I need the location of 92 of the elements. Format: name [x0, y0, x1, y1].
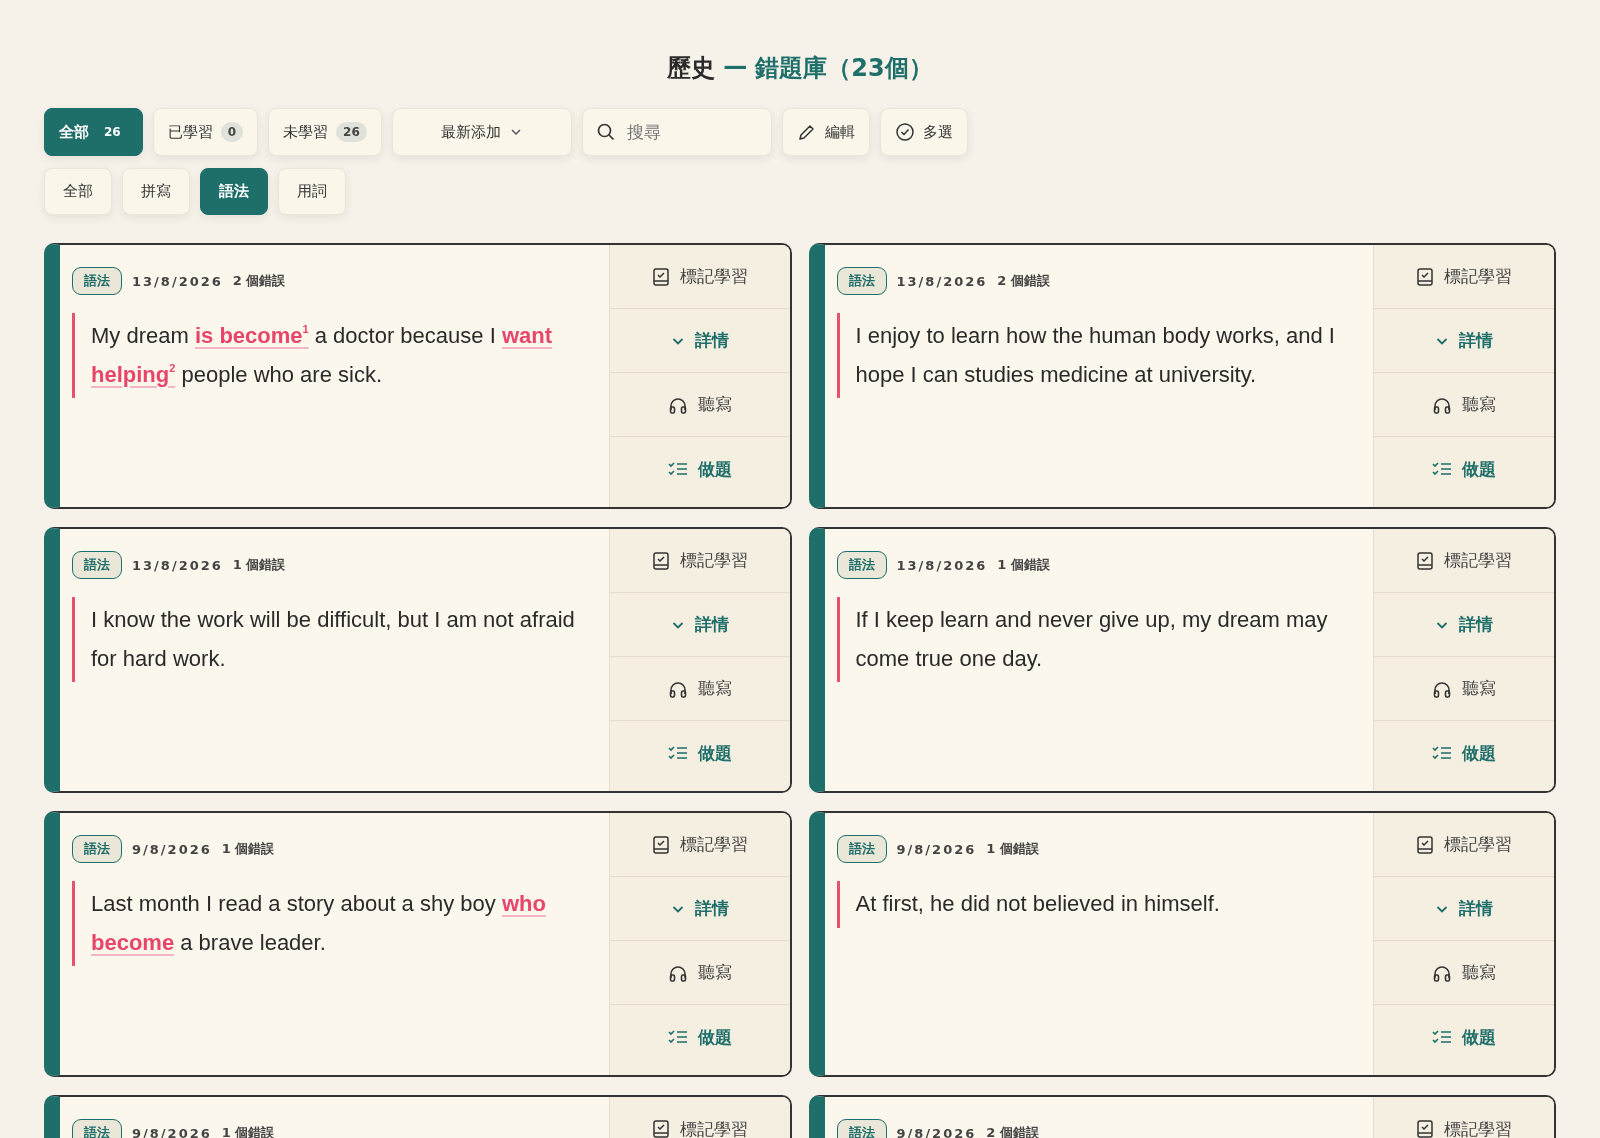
- sentence-text: If I keep learn and never give up, my dream may come true one day.: [836, 597, 1361, 682]
- category-tag: 語法: [72, 267, 122, 295]
- checklist-icon: [1432, 461, 1452, 477]
- action-button[interactable]: 詳情: [609, 309, 790, 373]
- date-text: 9/8/2026: [132, 1125, 212, 1138]
- category-tag: 語法: [836, 835, 887, 863]
- headphones-icon: [1432, 679, 1452, 698]
- status-tab[interactable]: 未學習 26: [268, 108, 382, 156]
- action-button[interactable]: 詳情: [609, 877, 790, 941]
- checklist-book-icon: [1416, 834, 1434, 855]
- category-tag: 語法: [836, 551, 887, 579]
- category-tab[interactable]: 用詞: [278, 168, 346, 215]
- headphones-icon: [667, 963, 688, 982]
- subject-title: 歷史: [667, 53, 716, 84]
- action-button[interactable]: 做題: [609, 721, 790, 785]
- checklist-icon: [667, 461, 688, 477]
- checklist-book-icon: [651, 550, 670, 571]
- date-text: 9/8/2026: [896, 841, 977, 857]
- sentence-text: My dream is become$^{1}$ a doctor because I want helping$^{2}$ people who are sick.: [72, 313, 597, 398]
- action-button[interactable]: 做題: [1374, 721, 1554, 785]
- category-tab[interactable]: 全部: [44, 168, 112, 215]
- action-button[interactable]: 詳情: [1374, 309, 1554, 373]
- page-title: 錯題庫（23個）: [755, 53, 933, 84]
- action-button[interactable]: 標記學習: [609, 245, 790, 309]
- action-button[interactable]: 做題: [1374, 437, 1554, 501]
- search-field[interactable]: 搜尋: [581, 108, 772, 156]
- item-count: 26: [336, 122, 367, 142]
- checklist-book-icon: [651, 834, 670, 855]
- error-count: 1 個錯誤: [232, 556, 286, 574]
- category-tag: 語法: [72, 551, 122, 579]
- action-button[interactable]: 標記學習: [1374, 1097, 1554, 1138]
- action-button[interactable]: 聽寫: [609, 373, 790, 437]
- status-tab[interactable]: 全部 26: [44, 108, 143, 156]
- error-count: 1 個錯誤: [997, 556, 1050, 574]
- action-button[interactable]: 標記學習: [609, 813, 790, 877]
- headphones-icon: [1432, 963, 1452, 982]
- action-button[interactable]: 詳情: [1374, 593, 1554, 657]
- title-separator: —: [723, 52, 748, 82]
- checklist-icon: [667, 745, 688, 761]
- multi-select-button[interactable]: 多選: [879, 108, 968, 156]
- headphones-icon: [1432, 395, 1452, 414]
- error-count: 1 個錯誤: [986, 840, 1039, 858]
- category-tag: 語法: [72, 835, 122, 863]
- action-button[interactable]: 聽寫: [609, 941, 790, 1005]
- error-count: 2 個錯誤: [997, 272, 1050, 290]
- status-tab[interactable]: 已學習 0: [152, 108, 259, 156]
- date-text: 13/8/2026: [896, 557, 988, 573]
- action-button[interactable]: 聽寫: [1374, 657, 1554, 721]
- error-count: 2 個錯誤: [232, 272, 286, 290]
- checklist-book-icon: [1416, 1119, 1434, 1138]
- action-button[interactable]: 聽寫: [609, 657, 790, 721]
- checklist-book-icon: [1416, 266, 1434, 287]
- action-button[interactable]: 做題: [609, 437, 790, 501]
- action-button[interactable]: 標記學習: [1374, 813, 1554, 877]
- checklist-icon: [1432, 745, 1452, 761]
- edit-button[interactable]: 編輯: [781, 108, 870, 156]
- action-button[interactable]: 聽寫: [1374, 373, 1554, 437]
- headphones-icon: [667, 679, 688, 698]
- checklist-icon: [667, 1029, 688, 1045]
- action-button[interactable]: 詳情: [1374, 877, 1554, 941]
- date-text: 9/8/2026: [896, 1125, 977, 1138]
- sentence-text: At first, he did not believed in himself.: [836, 881, 1361, 928]
- checklist-icon: [1432, 1029, 1452, 1045]
- category-tag: 語法: [836, 267, 887, 295]
- action-button[interactable]: 詳情: [609, 593, 790, 657]
- date-text: 9/8/2026: [132, 841, 212, 857]
- item-count: 0: [220, 122, 244, 142]
- checklist-book-icon: [651, 1119, 670, 1138]
- action-button[interactable]: 做題: [1374, 1005, 1554, 1069]
- date-text: 13/8/2026: [132, 557, 223, 573]
- action-button[interactable]: 標記學習: [609, 529, 790, 593]
- headphones-icon: [667, 395, 688, 414]
- sentence-text: I know the work will be difficult, but I am not afraid for hard work.: [72, 597, 597, 682]
- sentence-text: I enjoy to learn how the human body works, and I hope I can studies medicine at university.: [836, 313, 1361, 398]
- action-button[interactable]: 標記學習: [609, 1097, 790, 1138]
- action-button[interactable]: 標記學習: [1374, 245, 1554, 309]
- sentence-text: Last month I read a story about a shy boy who become a brave leader.: [72, 881, 597, 966]
- item-count: 26: [103, 124, 122, 141]
- search-icon: [595, 122, 616, 142]
- check-circle-icon: [894, 122, 915, 142]
- checklist-book-icon: [651, 266, 670, 287]
- category-tab[interactable]: 拼寫: [122, 168, 190, 215]
- date-text: 13/8/2026: [896, 273, 988, 289]
- date-text: 13/8/2026: [132, 273, 223, 289]
- category-tab[interactable]: 語法: [200, 168, 268, 215]
- action-button[interactable]: 做題: [609, 1005, 790, 1069]
- action-button[interactable]: 聽寫: [1374, 941, 1554, 1005]
- pencil-icon: [796, 122, 817, 142]
- error-count: 1 個錯誤: [221, 840, 275, 858]
- checklist-book-icon: [1416, 550, 1434, 571]
- sort-dropdown[interactable]: 最新添加: [391, 108, 572, 156]
- action-button[interactable]: 標記學習: [1374, 529, 1554, 593]
